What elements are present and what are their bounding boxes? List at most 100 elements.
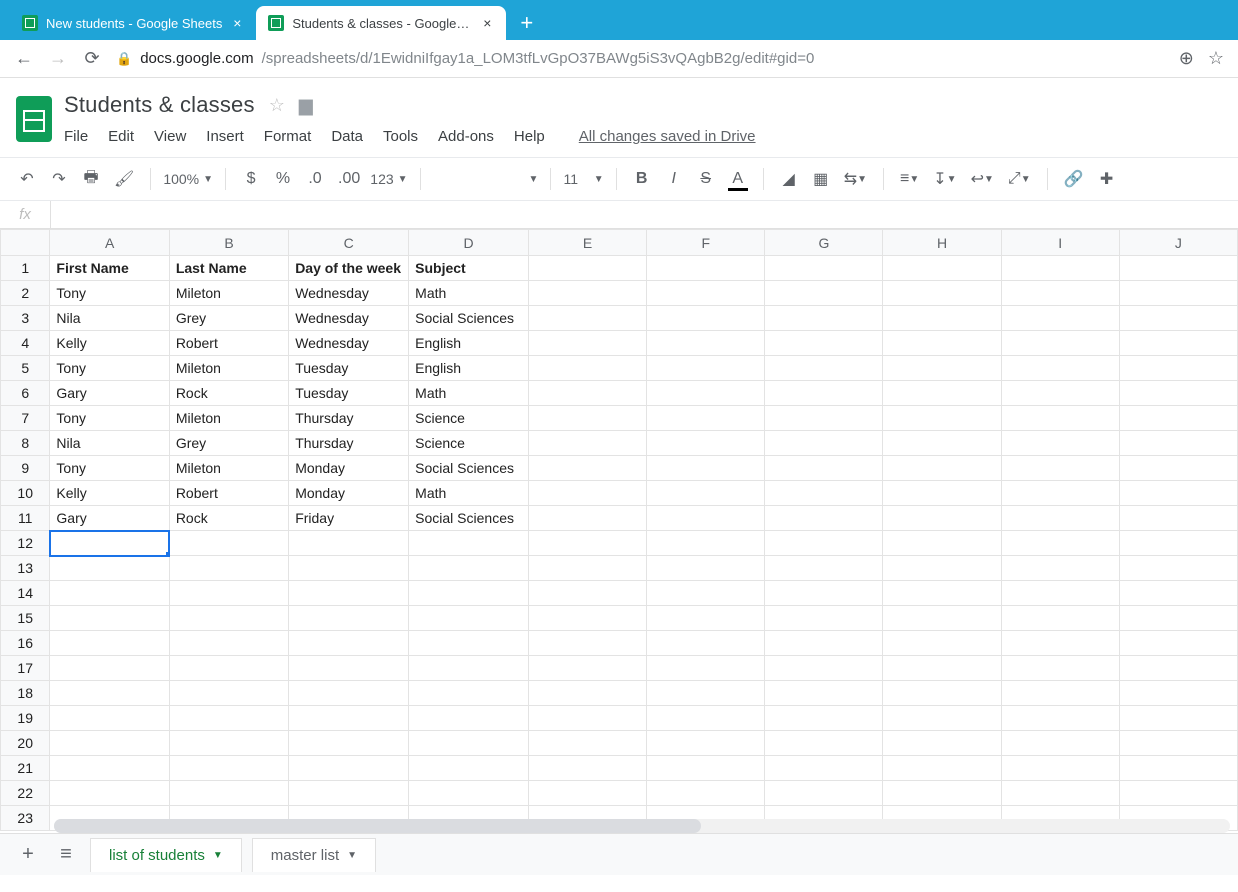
- cell[interactable]: Social Sciences: [409, 306, 529, 331]
- formula-input[interactable]: [50, 201, 1238, 228]
- cell[interactable]: [169, 631, 288, 656]
- cell[interactable]: Tony: [50, 356, 169, 381]
- cell[interactable]: [1001, 381, 1119, 406]
- close-icon[interactable]: ×: [480, 16, 494, 30]
- chevron-down-icon[interactable]: ▼: [213, 850, 223, 861]
- cell[interactable]: [883, 306, 1001, 331]
- cell[interactable]: [1119, 781, 1237, 806]
- column-header[interactable]: H: [883, 230, 1001, 256]
- insert-comment-button[interactable]: ✚: [1094, 165, 1120, 193]
- cell[interactable]: [1001, 356, 1119, 381]
- menu-help[interactable]: Help: [514, 128, 545, 145]
- cell[interactable]: [765, 781, 883, 806]
- cell[interactable]: [647, 431, 765, 456]
- merge-cells-button[interactable]: ⇆ ▼: [840, 165, 871, 193]
- cell[interactable]: [169, 656, 288, 681]
- cell[interactable]: [409, 731, 529, 756]
- row-header[interactable]: 19: [1, 706, 50, 731]
- cell[interactable]: [765, 331, 883, 356]
- select-all-corner[interactable]: [1, 230, 50, 256]
- text-rotation-button[interactable]: ⤢ ▼: [1004, 165, 1035, 193]
- cell[interactable]: [883, 631, 1001, 656]
- cell[interactable]: [765, 656, 883, 681]
- cell[interactable]: [1119, 606, 1237, 631]
- cell[interactable]: [409, 706, 529, 731]
- cell[interactable]: [289, 606, 409, 631]
- cell[interactable]: [1119, 731, 1237, 756]
- cell[interactable]: [647, 506, 765, 531]
- cell[interactable]: [883, 506, 1001, 531]
- cell[interactable]: [765, 306, 883, 331]
- horizontal-scrollbar[interactable]: [54, 819, 1230, 833]
- row-header[interactable]: 22: [1, 781, 50, 806]
- cell[interactable]: Nila: [50, 431, 169, 456]
- row-header[interactable]: 10: [1, 481, 50, 506]
- cell[interactable]: [647, 681, 765, 706]
- cell[interactable]: [289, 756, 409, 781]
- cell[interactable]: [647, 381, 765, 406]
- cell[interactable]: [50, 731, 169, 756]
- cell[interactable]: [765, 481, 883, 506]
- cell[interactable]: [1001, 781, 1119, 806]
- cell[interactable]: Tony: [50, 406, 169, 431]
- fill-color-button[interactable]: ◢: [776, 165, 802, 193]
- cell[interactable]: [647, 556, 765, 581]
- menu-file[interactable]: File: [64, 128, 88, 145]
- cell[interactable]: [883, 531, 1001, 556]
- cell[interactable]: [1119, 706, 1237, 731]
- cell[interactable]: Day of the week: [289, 256, 409, 281]
- cell[interactable]: [647, 706, 765, 731]
- row-header[interactable]: 6: [1, 381, 50, 406]
- cell[interactable]: [529, 581, 647, 606]
- add-sheet-button[interactable]: +: [14, 841, 42, 869]
- cell[interactable]: [529, 731, 647, 756]
- cell[interactable]: Gary: [50, 506, 169, 531]
- row-header[interactable]: 20: [1, 731, 50, 756]
- cell[interactable]: Last Name: [169, 256, 288, 281]
- cell[interactable]: [1119, 556, 1237, 581]
- cell[interactable]: [883, 681, 1001, 706]
- cell[interactable]: [883, 606, 1001, 631]
- cell[interactable]: [1119, 631, 1237, 656]
- cell[interactable]: [529, 331, 647, 356]
- cell[interactable]: [529, 256, 647, 281]
- cell[interactable]: [1001, 581, 1119, 606]
- sheet-tab-active[interactable]: list of students ▼: [90, 838, 242, 872]
- cell[interactable]: Wednesday: [289, 306, 409, 331]
- cell[interactable]: [169, 756, 288, 781]
- cell[interactable]: [289, 656, 409, 681]
- menu-insert[interactable]: Insert: [206, 128, 244, 145]
- menu-view[interactable]: View: [154, 128, 186, 145]
- cell[interactable]: [169, 531, 288, 556]
- cell[interactable]: Gary: [50, 381, 169, 406]
- back-button[interactable]: ←: [14, 48, 34, 69]
- cell[interactable]: [1119, 381, 1237, 406]
- cell[interactable]: [765, 731, 883, 756]
- cell[interactable]: [765, 756, 883, 781]
- cell[interactable]: [50, 581, 169, 606]
- cell[interactable]: [529, 606, 647, 631]
- cell[interactable]: [529, 306, 647, 331]
- star-doc-icon[interactable]: ☆: [269, 95, 285, 116]
- column-header[interactable]: C: [289, 230, 409, 256]
- cell[interactable]: [529, 506, 647, 531]
- cell[interactable]: [1001, 331, 1119, 356]
- cell[interactable]: [409, 781, 529, 806]
- cell[interactable]: [1119, 531, 1237, 556]
- cell[interactable]: [1001, 706, 1119, 731]
- cell[interactable]: [883, 431, 1001, 456]
- cell[interactable]: Monday: [289, 481, 409, 506]
- cell[interactable]: Tony: [50, 456, 169, 481]
- row-header[interactable]: 18: [1, 681, 50, 706]
- cell[interactable]: [1119, 681, 1237, 706]
- row-header[interactable]: 23: [1, 806, 50, 831]
- format-percent-button[interactable]: %: [270, 165, 296, 193]
- cell[interactable]: [765, 356, 883, 381]
- cell[interactable]: [529, 431, 647, 456]
- cell[interactable]: [1001, 256, 1119, 281]
- cell[interactable]: [1001, 681, 1119, 706]
- cell[interactable]: [883, 456, 1001, 481]
- cell[interactable]: [1119, 406, 1237, 431]
- cell[interactable]: [1001, 556, 1119, 581]
- cell[interactable]: Subject: [409, 256, 529, 281]
